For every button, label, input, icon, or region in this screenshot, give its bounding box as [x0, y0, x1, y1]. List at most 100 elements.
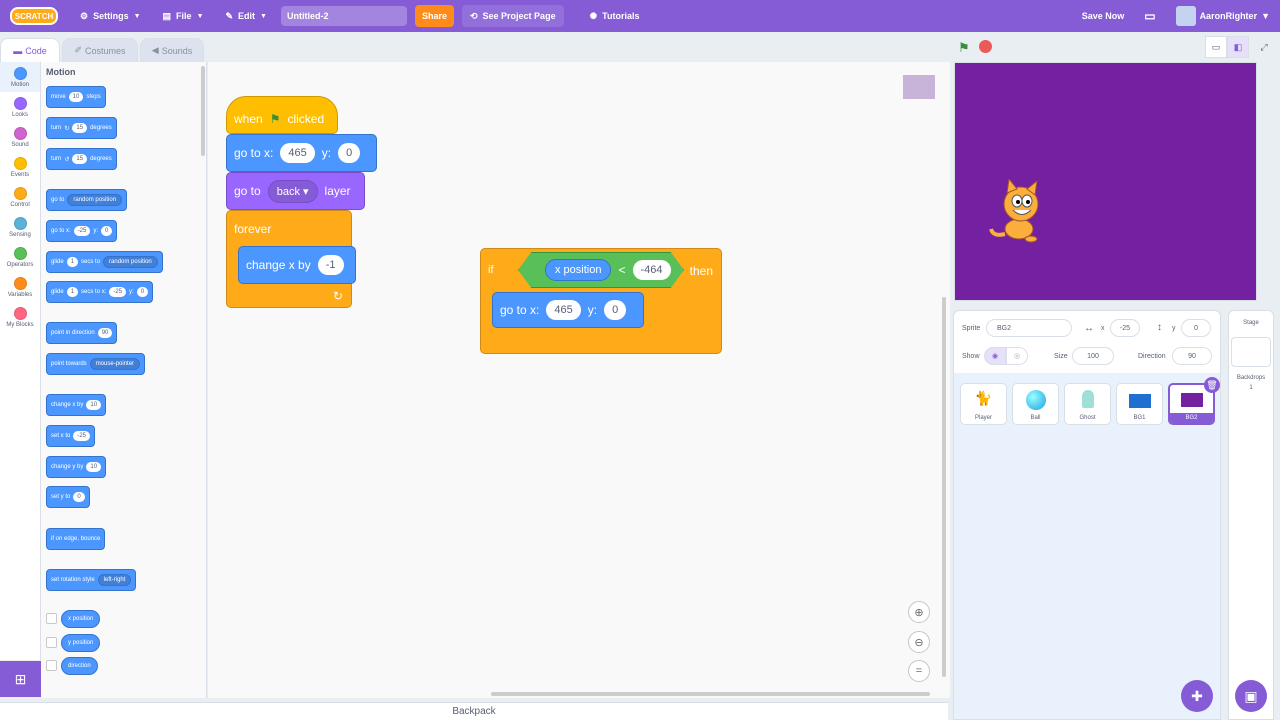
y-input[interactable]: 0 — [101, 226, 113, 236]
change-x-input[interactable]: 10 — [86, 400, 102, 410]
tab-costumes[interactable]: ✐ Costumes — [62, 38, 138, 62]
fullscreen-button[interactable]: ⤢ — [1253, 36, 1275, 58]
secs-input[interactable]: 1 — [66, 257, 79, 267]
stage-thumbnail[interactable] — [1231, 337, 1271, 367]
point-towards-block[interactable]: point towards mouse-pointer — [46, 353, 146, 375]
y-input[interactable]: 0 — [604, 300, 627, 320]
steps-input[interactable]: 10 — [68, 92, 84, 102]
zoom-out-button[interactable]: ⊖ — [908, 631, 930, 653]
y-input[interactable]: 0 — [338, 143, 361, 163]
change-y-input[interactable]: 10 — [86, 462, 102, 472]
tab-sounds[interactable]: ◀ Sounds — [140, 38, 204, 62]
rotation-style-block[interactable]: set rotation style left-right — [46, 569, 137, 591]
workspace-vertical-scrollbar[interactable] — [942, 297, 946, 677]
degrees-input[interactable]: 15 — [72, 123, 88, 133]
direction-input[interactable]: 90 — [97, 328, 113, 338]
sprite-name-input[interactable]: BG2 — [986, 319, 1072, 337]
show-hidden-button[interactable]: ◎ — [1006, 347, 1028, 365]
when-flag-clicked-block[interactable]: when ⚑ clicked — [226, 96, 338, 134]
stage-canvas[interactable] — [954, 62, 1257, 301]
towards-dropdown[interactable]: mouse-pointer — [89, 358, 141, 370]
compare-value-input[interactable]: -464 — [632, 260, 671, 280]
turn-right-block[interactable]: turn ↻ 15 degrees — [46, 117, 117, 139]
sprite-tile-ghost[interactable]: Ghost — [1064, 383, 1111, 425]
sprite-tile-ball[interactable]: Ball — [1012, 383, 1059, 425]
x-input[interactable]: 465 — [280, 143, 315, 163]
change-y-block[interactable]: change y by 10 — [46, 456, 107, 478]
choose-backdrop-button[interactable]: ▣ — [1235, 680, 1267, 712]
go-to-random-block[interactable]: go to random position — [46, 189, 128, 211]
share-button[interactable]: Share — [414, 5, 454, 27]
y-position-checkbox[interactable] — [46, 637, 57, 648]
tutorials-button[interactable]: ✺ Tutorials — [590, 11, 640, 22]
x-input[interactable]: -25 — [1110, 319, 1140, 337]
see-project-page-button[interactable]: ⟲ See Project Page — [461, 5, 564, 27]
change-x-input[interactable]: -1 — [317, 255, 344, 275]
file-menu[interactable]: ▤ File ▼ — [163, 11, 204, 22]
choose-sprite-button[interactable]: ✚ — [1181, 680, 1213, 712]
category-looks[interactable]: Looks — [0, 92, 40, 122]
add-extension-button[interactable]: ⊞ — [0, 661, 41, 697]
x-position-checkbox[interactable] — [46, 613, 57, 624]
stage-target-pane[interactable]: Stage Backdrops 1 — [1228, 310, 1274, 720]
sprite-tile-bg1[interactable]: BG1 — [1116, 383, 1163, 425]
y-input[interactable]: 0 — [136, 287, 149, 297]
set-y-input[interactable]: 0 — [73, 492, 85, 502]
glide-xy-block[interactable]: glide 1 secs to x: -25 y: 0 — [46, 281, 154, 303]
category-operators[interactable]: Operators — [0, 242, 40, 272]
category-sensing[interactable]: Sensing — [0, 212, 40, 242]
zoom-in-button[interactable]: ⊕ — [908, 601, 930, 623]
green-flag-icon[interactable]: ⚑ — [958, 40, 972, 55]
category-variables[interactable]: Variables — [0, 272, 40, 302]
edit-menu[interactable]: ✎ Edit ▼ — [226, 11, 267, 22]
show-visible-button[interactable]: ◉ — [984, 347, 1006, 365]
bounce-block[interactable]: if on edge, bounce — [46, 528, 106, 550]
go-to-layer-block[interactable]: go to back ▾ layer — [226, 172, 365, 210]
set-y-block[interactable]: set y to 0 — [46, 486, 90, 508]
point-in-direction-block[interactable]: point in direction 90 — [46, 322, 118, 344]
stop-icon[interactable] — [979, 40, 992, 53]
set-x-input[interactable]: -25 — [73, 431, 91, 441]
backpack[interactable]: Backpack — [0, 702, 948, 720]
secs-input[interactable]: 1 — [66, 287, 79, 297]
zoom-reset-button[interactable]: = — [908, 660, 930, 682]
target-dropdown[interactable]: random position — [67, 194, 123, 206]
change-x-block[interactable]: change x by 10 — [46, 394, 107, 416]
workspace-horizontal-scrollbar[interactable] — [491, 692, 930, 696]
direction-input[interactable]: 90 — [1172, 347, 1212, 365]
move-steps-block[interactable]: move 10 steps — [46, 86, 106, 108]
my-stuff-folder-icon[interactable]: ▭ — [1144, 9, 1155, 23]
palette-scrollbar[interactable] — [201, 66, 205, 156]
account-menu[interactable]: AaronRighter ▼ — [1175, 6, 1270, 26]
category-motion[interactable]: Motion — [0, 62, 40, 92]
category-events[interactable]: Events — [0, 152, 40, 182]
change-x-by-block[interactable]: change x by -1 — [238, 246, 356, 284]
delete-sprite-button[interactable]: 🗑 — [1204, 377, 1220, 393]
category-my-blocks[interactable]: My Blocks — [0, 302, 40, 332]
direction-reporter[interactable]: direction — [61, 657, 98, 675]
x-input[interactable]: -25 — [73, 226, 91, 236]
tab-code[interactable]: ▬ Code — [0, 38, 60, 62]
less-than-operator[interactable]: x position < -464 — [518, 252, 684, 288]
degrees-input[interactable]: 15 — [72, 154, 88, 164]
go-to-xy-block[interactable]: go to x: -25 y: 0 — [46, 220, 118, 242]
x-position-reporter[interactable]: x position — [61, 610, 101, 628]
settings-menu[interactable]: ⚙ Settings ▼ — [80, 11, 141, 22]
x-input[interactable]: -25 — [109, 287, 127, 297]
category-sound[interactable]: Sound — [0, 122, 40, 152]
x-position-reporter[interactable]: x position — [545, 259, 612, 281]
size-input[interactable]: 100 — [1072, 347, 1114, 365]
project-title-input[interactable]: Untitled-2 — [280, 6, 407, 26]
target-dropdown[interactable]: random position — [103, 256, 158, 268]
x-input[interactable]: 465 — [546, 300, 581, 320]
scratch-logo[interactable]: SCRATCH — [10, 7, 58, 25]
category-control[interactable]: Control — [0, 182, 40, 212]
y-position-reporter[interactable]: y position — [61, 634, 101, 652]
large-stage-button[interactable]: ◧ — [1227, 36, 1249, 58]
save-now-button[interactable]: Save Now — [1082, 11, 1125, 21]
layer-dropdown[interactable]: back ▾ — [267, 179, 318, 203]
code-workspace[interactable]: when ⚑ clicked go to x: 465 y: 0 go to back ▾ l… — [208, 62, 950, 698]
y-input[interactable]: 0 — [1181, 319, 1211, 337]
cat-sprite[interactable] — [983, 179, 1053, 249]
sprite-tile-player[interactable]: 🐈 Player — [960, 383, 1007, 425]
